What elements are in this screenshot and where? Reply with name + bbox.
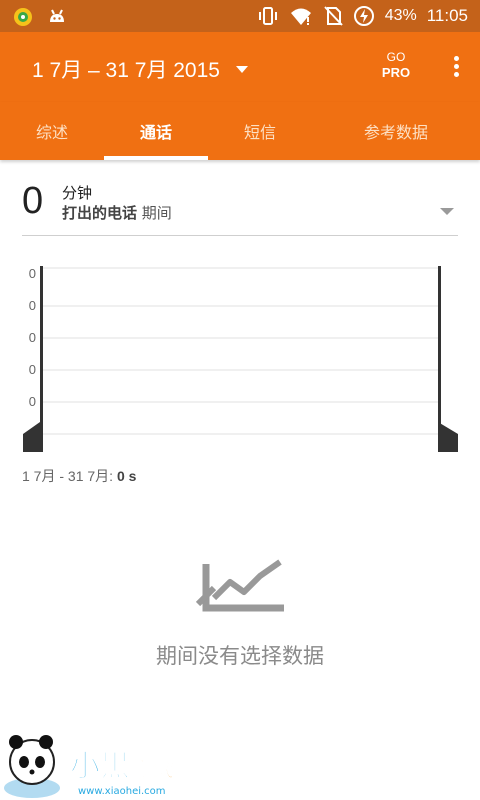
description-type: 打出的电话 [62,204,138,222]
call-summary-selector[interactable]: 0 分钟 打出的电话 期间 [22,180,458,236]
battery-percent: 43% [384,7,417,24]
y-tick-label: 0 [29,362,36,377]
svg-text:游戏: 游戏 [134,757,174,781]
tab-calls[interactable]: 通话 [104,102,208,160]
android-robot-icon [50,9,64,22]
date-range-selector[interactable]: 1 7月 – 31 7月 2015 [32,54,248,84]
value-unit: 分钟 [62,184,93,202]
y-tick-label: 0 [29,298,36,313]
xiaohei-logo-watermark: 小黑 游戏 www.xiaohei.com [4,735,174,798]
empty-state-message: 期间没有选择数据 [156,644,324,668]
y-tick-label: 0 [29,330,36,345]
tab-sms[interactable]: 短信 [208,102,312,160]
range-start-handle-bar[interactable] [40,266,43,452]
summary-description: 打出的电话 期间 [62,202,172,223]
range-caption-value: 0 s [116,468,137,484]
date-range-label: 1 7月 – 31 7月 2015 [32,59,220,82]
go-pro-button[interactable]: GO PRO [372,50,420,80]
battery-saver-icon [353,6,374,26]
svg-text:www.xiaohei.com: www.xiaohei.com [78,786,166,797]
wifi-icon [290,8,311,25]
vibrate-icon [258,7,277,25]
description-period: 期间 [141,204,172,222]
system-icons: 43% 11:05 [257,0,468,32]
more-options-icon[interactable] [454,56,460,80]
tab-reference-data[interactable]: 参考数据 [312,102,480,160]
y-tick-label: 0 [29,266,36,281]
total-value: 0 [22,180,44,222]
app-toolbar: 1 7月 – 31 7月 2015 GO PRO [0,32,480,102]
status-bar: 43% 11:05 [0,0,480,32]
tab-bar: 综述 通话 短信 参考数据 [0,102,480,160]
notification-icons [12,6,68,28]
dropdown-arrow-icon [440,208,454,215]
chart-gridlines [42,267,440,435]
range-end-handle[interactable] [438,422,458,452]
app-notification-icon [14,8,32,26]
pro-label: PRO [381,65,411,80]
go-label: GO [386,50,406,64]
tab-overview[interactable]: 综述 [0,102,104,160]
clock: 11:05 [426,6,468,25]
range-caption-label: 1 7月 - 31 7月: [22,468,114,484]
y-tick-label: 0 [29,394,36,409]
range-caption: 1 7月 - 31 7月: 0 s [22,466,136,486]
dropdown-arrow-icon [235,65,248,73]
no-sim-icon [323,6,343,26]
svg-text:小黑: 小黑 [70,749,130,784]
usage-chart: 0 0 0 0 0 0 [23,266,458,452]
line-chart-icon [196,559,284,612]
